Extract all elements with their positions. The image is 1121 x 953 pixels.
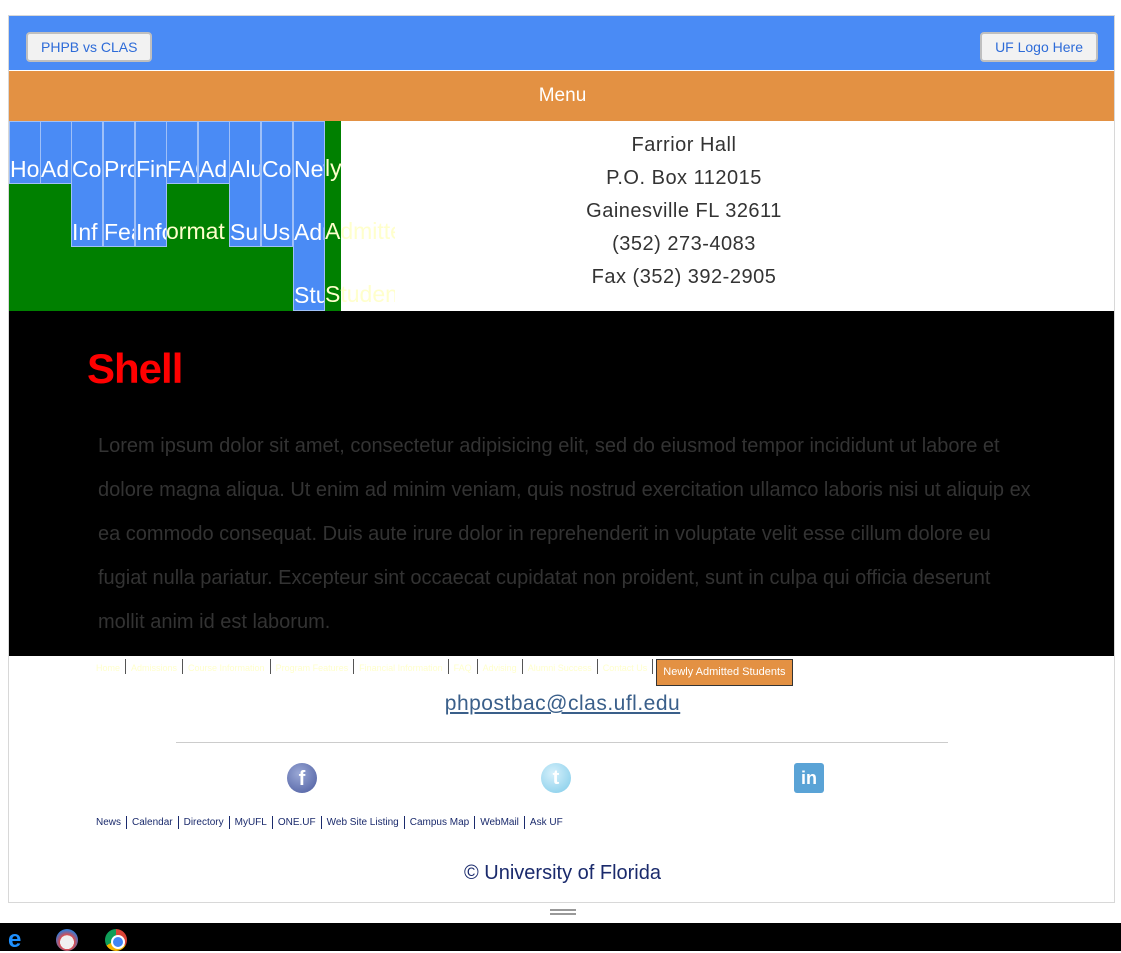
nav-item-label: FAQ bbox=[167, 156, 197, 182]
uf-link-news[interactable]: News bbox=[91, 816, 128, 829]
copyright-text: © University of Florida bbox=[463, 862, 661, 884]
footer-nav-contact-us[interactable]: Contact Us bbox=[598, 659, 654, 674]
nav-item-label: New bbox=[294, 156, 324, 182]
chrome-icon[interactable] bbox=[105, 929, 127, 951]
uf-links-bar: News Calendar Directory MyUFL ONE.UF Web… bbox=[91, 816, 568, 829]
uf-link-directory[interactable]: Directory bbox=[179, 816, 230, 829]
nav-item-label: Co bbox=[262, 156, 292, 182]
hero-section: Shell Lorem ipsum dolor sit amet, consec… bbox=[9, 311, 1114, 656]
address-line-pobox: P.O. Box 112015 bbox=[606, 167, 762, 189]
nav-item-label: Pro bbox=[104, 156, 134, 182]
nav-item-faq[interactable]: FAQ bbox=[166, 121, 198, 184]
address-line-fax: Fax (352) 392-2905 bbox=[591, 266, 777, 288]
hero-body-text: Lorem ipsum dolor sit amet, consectetur … bbox=[98, 435, 1031, 633]
browser-viewport: PHPB vs CLAS UF Logo Here Menu Ho Ad Co … bbox=[8, 15, 1115, 903]
nav-item-admissions[interactable]: Ad bbox=[40, 121, 72, 184]
internet-explorer-icon[interactable]: e bbox=[8, 928, 30, 952]
address-line-building: Farrior Hall bbox=[631, 134, 737, 156]
linkedin-icon[interactable]: in bbox=[794, 763, 824, 793]
nav-item-contact-us[interactable]: Co Us bbox=[261, 121, 293, 247]
paint-icon[interactable] bbox=[56, 929, 78, 951]
nav-item-label: Ad bbox=[41, 156, 70, 182]
footer-nav-program-features[interactable]: Program Features bbox=[271, 659, 355, 674]
footer-nav-admissions[interactable]: Admissions bbox=[126, 659, 184, 674]
nav-overflow-label: ly bbox=[325, 155, 342, 181]
nav-item-label-2: Us bbox=[262, 219, 291, 245]
menu-toggle-bar[interactable]: Menu bbox=[9, 71, 1114, 121]
nav-item-label: Ad bbox=[199, 156, 228, 182]
address-line-city: Gainesville FL 32611 bbox=[586, 200, 782, 222]
uf-link-calendar[interactable]: Calendar bbox=[127, 816, 179, 829]
address-line-phone: (352) 273-4083 bbox=[612, 233, 756, 255]
footer-nav-faq[interactable]: FAQ bbox=[449, 659, 478, 674]
contact-email-link[interactable]: phpostbac@clas.ufl.edu bbox=[9, 692, 1114, 716]
uf-link-one-uf[interactable]: ONE.UF bbox=[273, 816, 322, 829]
nav-item-label: Fin bbox=[136, 156, 167, 182]
page-title: Shell bbox=[87, 345, 183, 392]
uf-link-website-listing[interactable]: Web Site Listing bbox=[322, 816, 405, 829]
footer-nav-home[interactable]: Home bbox=[91, 659, 127, 674]
nav-item-newly-admitted[interactable]: New Admitted Students bbox=[293, 121, 325, 311]
footer-nav-financial-info[interactable]: Financial Information bbox=[354, 659, 449, 674]
footer-nav-alumni-success[interactable]: Alumni Success bbox=[523, 659, 598, 674]
nav-item-home[interactable]: Ho bbox=[9, 121, 41, 184]
nav-item-label: Ho bbox=[10, 156, 40, 182]
footer-nav: Home Admissions Course Information Progr… bbox=[91, 659, 793, 687]
nav-item-label-2: Fea bbox=[104, 219, 134, 245]
nav-item-financial-info[interactable]: Fin Infor bbox=[135, 121, 167, 247]
nav-address-section: Ho Ad Co Inf Pro Fea Fin Infor FAQ ormat… bbox=[9, 121, 1114, 311]
uf-link-campus-map[interactable]: Campus Map bbox=[405, 816, 476, 829]
footer-nav-advising[interactable]: Advising bbox=[478, 659, 523, 674]
resize-handle[interactable] bbox=[550, 909, 576, 915]
footer-nav-newly-admitted[interactable]: Newly Admitted Students bbox=[656, 659, 793, 686]
nav-item-label-3: Students bbox=[294, 282, 324, 308]
uf-link-ask-uf[interactable]: Ask UF bbox=[525, 816, 568, 829]
twitter-icon[interactable]: t bbox=[541, 763, 571, 793]
footer-nav-course-info[interactable]: Course Information bbox=[183, 659, 271, 674]
nav-item-label-2: Infor bbox=[136, 219, 166, 245]
nav-item-label: Alu bbox=[230, 156, 261, 182]
nav-item-program-features[interactable]: Pro Fea bbox=[103, 121, 135, 247]
nav-item-alumni-success[interactable]: Alu Su bbox=[229, 121, 261, 247]
nav-item-course-info[interactable]: Co Inf bbox=[71, 121, 103, 247]
address-block: Farrior Hall P.O. Box 112015 Gainesville… bbox=[389, 129, 979, 294]
uf-logo-button[interactable]: UF Logo Here bbox=[980, 32, 1098, 62]
nav-item-label: Co bbox=[72, 156, 102, 182]
uf-link-webmail[interactable]: WebMail bbox=[475, 816, 525, 829]
uf-link-myufl[interactable]: MyUFL bbox=[230, 816, 273, 829]
nav-overflow-label: Admitted bbox=[325, 218, 395, 244]
phpb-vs-clas-button[interactable]: PHPB vs CLAS bbox=[26, 32, 153, 62]
nav-item-label-2: Admitted bbox=[294, 219, 324, 245]
footer-divider bbox=[176, 742, 948, 743]
taskbar: e bbox=[0, 923, 1121, 952]
top-header-bar: PHPB vs CLAS UF Logo Here bbox=[9, 16, 1114, 70]
nav-item-advising[interactable]: Ad bbox=[198, 121, 230, 184]
nav-overflow-label: ormat bbox=[166, 218, 225, 244]
nav-item-label-2: Inf bbox=[72, 219, 98, 245]
facebook-icon[interactable]: f bbox=[287, 763, 317, 793]
nav-item-label-2: Su bbox=[230, 219, 259, 245]
